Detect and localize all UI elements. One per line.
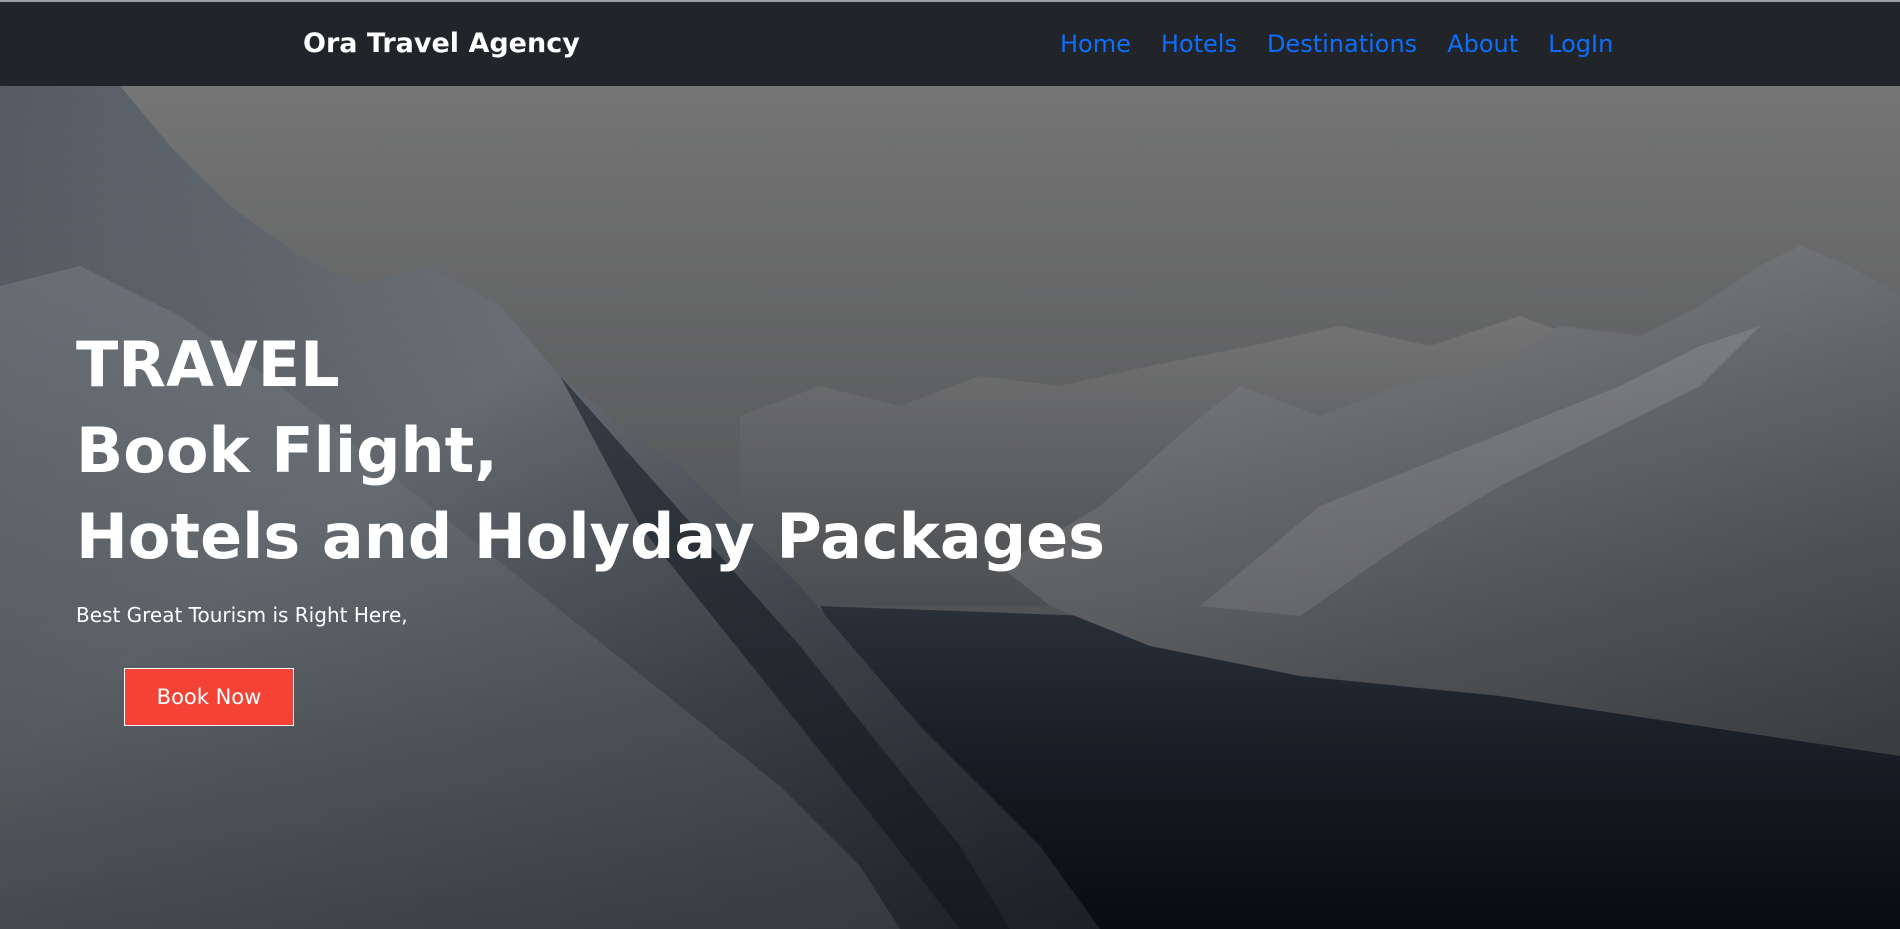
hero-title-line-3: Hotels and Holyday Packages [76, 500, 1106, 573]
nav-home-link[interactable]: Home [1060, 24, 1131, 64]
hero-title-line-1: TRAVEL [76, 328, 340, 401]
nav-hotels-link[interactable]: Hotels [1161, 24, 1237, 64]
hero-text-block: TRAVEL Book Flight, Hotels and Holyday P… [76, 322, 1105, 630]
nav-about-link[interactable]: About [1447, 24, 1518, 64]
hero-section: TRAVEL Book Flight, Hotels and Holyday P… [0, 86, 1900, 929]
book-now-button[interactable]: Book Now [124, 668, 294, 726]
brand-logo[interactable]: Ora Travel Agency [303, 24, 580, 64]
nav-login-link[interactable]: LogIn [1548, 24, 1613, 64]
nav-links: Home Hotels Destinations About LogIn [1060, 24, 1613, 64]
hero-subtitle: Best Great Tourism is Right Here, [76, 603, 408, 627]
hero-title-line-2: Book Flight, [76, 414, 498, 487]
nav-destinations-link[interactable]: Destinations [1267, 24, 1417, 64]
navbar: Ora Travel Agency Home Hotels Destinatio… [0, 2, 1900, 86]
